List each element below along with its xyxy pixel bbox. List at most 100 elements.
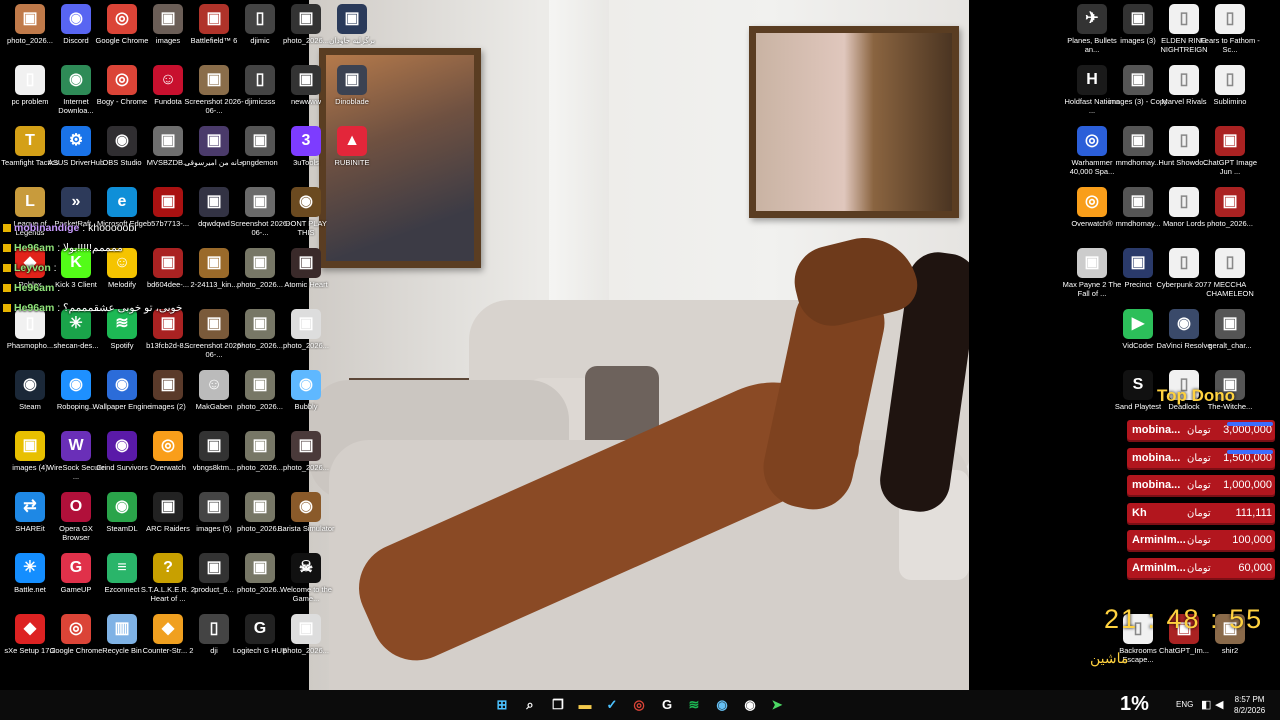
precinct-icon: ▣ — [1123, 248, 1153, 278]
donation-accent-bar — [1227, 449, 1273, 454]
photo-icon: ▣ — [1123, 65, 1153, 95]
messaging-button[interactable]: ➤ — [766, 694, 788, 716]
donor-name: mobina... — [1132, 451, 1181, 464]
donor-name: mobina... — [1132, 424, 1181, 436]
photo-icon: ▣ — [199, 431, 229, 461]
tray-time: 8:57 PM — [1234, 695, 1265, 704]
desktop-icon[interactable]: ◉ Bubbly — [276, 366, 336, 426]
folder-icon: ▬ — [578, 697, 592, 712]
desktop-icon[interactable]: ▣ Dinoblade — [322, 61, 382, 121]
battlenet-icon: ✳ — [15, 553, 45, 583]
obs-button[interactable]: ◉ — [739, 694, 761, 716]
search-icon: ⌕ — [526, 697, 534, 712]
photo-icon: ▣ — [15, 431, 45, 461]
idm-icon: ◉ — [61, 65, 91, 95]
chat-separator: : — [54, 282, 61, 294]
chat-text: khooooobi — [88, 222, 137, 234]
fundota-icon: ☺ — [153, 65, 183, 95]
photo-icon: ▣ — [291, 65, 321, 95]
document-icon: ▯ — [1215, 248, 1245, 278]
desktop-icon[interactable]: ▣ photo_2026... — [276, 305, 336, 365]
app-icon: ◉ — [291, 492, 321, 522]
desktop-icon-label: RUBINITE — [334, 158, 370, 167]
stalker-icon: ? — [153, 553, 183, 583]
app-icon: ✈ — [1077, 4, 1107, 34]
photo-icon: ▣ — [199, 553, 229, 583]
desktop-icon[interactable]: ▯ Sublimino — [1200, 61, 1260, 121]
chat-message: He96am : — [0, 278, 200, 298]
photo-icon: ▣ — [199, 187, 229, 217]
vidcoder-icon: ▶ — [1123, 309, 1153, 339]
spotify-icon: ≋ — [688, 697, 700, 712]
sand-icon: S — [1123, 370, 1153, 400]
steam-icon: ◉ — [15, 370, 45, 400]
wallpaper-curtain — [549, 0, 609, 300]
desktop-icon[interactable]: ▣ Atomic Heart — [276, 244, 336, 304]
warhammer-icon: ◎ — [1077, 126, 1107, 156]
donor-name: mobina... — [1132, 479, 1181, 491]
donation-amount: 1,000,000 — [1223, 479, 1272, 491]
document-icon: ▯ — [1169, 65, 1199, 95]
task-view-button[interactable]: ❐ — [547, 694, 569, 716]
logitech-button[interactable]: G — [656, 694, 678, 716]
network-icon[interactable]: ◧ — [1201, 690, 1211, 720]
chat-separator: : — [79, 222, 89, 234]
stream-chat-overlay: mobinandige : khooooobi He96am : ممممم!!!… — [0, 218, 200, 318]
search-button[interactable]: ⌕ — [519, 694, 541, 716]
chrome-button[interactable]: ◎ — [628, 694, 650, 716]
chat-badge-icon — [3, 304, 11, 313]
top-dono-title: Top Dono — [1157, 386, 1236, 405]
chat-separator: : — [50, 262, 57, 274]
chat-username: He96am — [14, 282, 55, 294]
donor-name: ArminIm... — [1132, 561, 1186, 574]
desktop-icon[interactable]: ▯ Fears to Fathom - Sc... — [1200, 0, 1260, 60]
desktop-icon[interactable]: ▣ ChatGPT Image Jun ... — [1200, 122, 1260, 182]
check-icon: ✓ — [606, 697, 618, 712]
photo-icon: ▣ — [245, 492, 275, 522]
steam-button[interactable]: ◉ — [711, 694, 733, 716]
desktop-icon-label: Sublimino — [1213, 97, 1247, 106]
desktop-icon-label: geralt_char... — [1208, 341, 1252, 350]
app-icon: ◉ — [107, 431, 137, 461]
top-dono-row: mobina... تومان 3,000,000 — [1127, 420, 1275, 442]
photo-icon: ▣ — [1123, 187, 1153, 217]
file-explorer-button[interactable]: ▬ — [574, 694, 596, 716]
photo-icon: ▣ — [15, 4, 45, 34]
volume-icon[interactable]: ◀ — [1215, 690, 1223, 720]
desktop-icon[interactable]: ◉ DONT PLAY THIS — [276, 183, 336, 243]
desktop-icon[interactable]: ▣ photo_2026... — [1200, 183, 1260, 243]
photo-icon: ▣ — [245, 431, 275, 461]
start-button[interactable]: ⊞ — [491, 694, 513, 716]
desktop-icon[interactable]: ☠ Welcome to the Game... — [276, 549, 336, 609]
desktop-icon[interactable]: ◉ Barista Simulator — [276, 488, 336, 548]
app-icon: » — [61, 187, 91, 217]
desktop-icon-label: photo_2026... — [1207, 219, 1253, 228]
desktop-icon[interactable]: ▣ geralt_char... — [1200, 305, 1260, 365]
wiresock-icon: W — [61, 431, 91, 461]
overwatch-icon: ◎ — [153, 431, 183, 461]
language-indicator[interactable]: ENG — [1176, 690, 1193, 720]
tft-icon: T — [15, 126, 45, 156]
screenshot-icon: ▣ — [199, 65, 229, 95]
overlay-clock: 21 : 48 : 55 — [1104, 604, 1264, 634]
sxe-icon: ◆ — [15, 614, 45, 644]
vscode-button[interactable]: ✓ — [601, 694, 623, 716]
tray-clock[interactable]: 8:57 PM 8/2/2026 — [1234, 694, 1265, 716]
desktop-icon-label: DONT PLAY THIS — [285, 219, 327, 237]
desktop-icon-label: photo_2026... — [283, 646, 329, 655]
desktop-icon[interactable]: ▯ MECCHA CHAMELEON — [1200, 244, 1260, 304]
photo-icon: ▣ — [245, 309, 275, 339]
desktop-icon[interactable]: ▲ RUBINITE — [322, 122, 382, 182]
top-dono-row: Kh تومان 111,111 — [1127, 502, 1275, 525]
desktop-icon-label: photo_2026... — [283, 463, 329, 472]
document-icon: ▯ — [1215, 4, 1245, 34]
chat-badge-icon — [3, 224, 11, 233]
desktop-icon[interactable]: ▣ photo_2026... — [276, 610, 336, 670]
desktop-icon[interactable]: ▣ photo_2026... — [276, 427, 336, 487]
chrome-icon: ◎ — [107, 4, 137, 34]
photo-icon: ▣ — [199, 248, 229, 278]
spotify-button[interactable]: ≋ — [683, 694, 705, 716]
obs-icon: ◉ — [744, 697, 756, 712]
document-icon: ▯ — [1215, 65, 1245, 95]
desktop-icon[interactable]: ▣ برگرلیه جاودان — [322, 0, 382, 60]
